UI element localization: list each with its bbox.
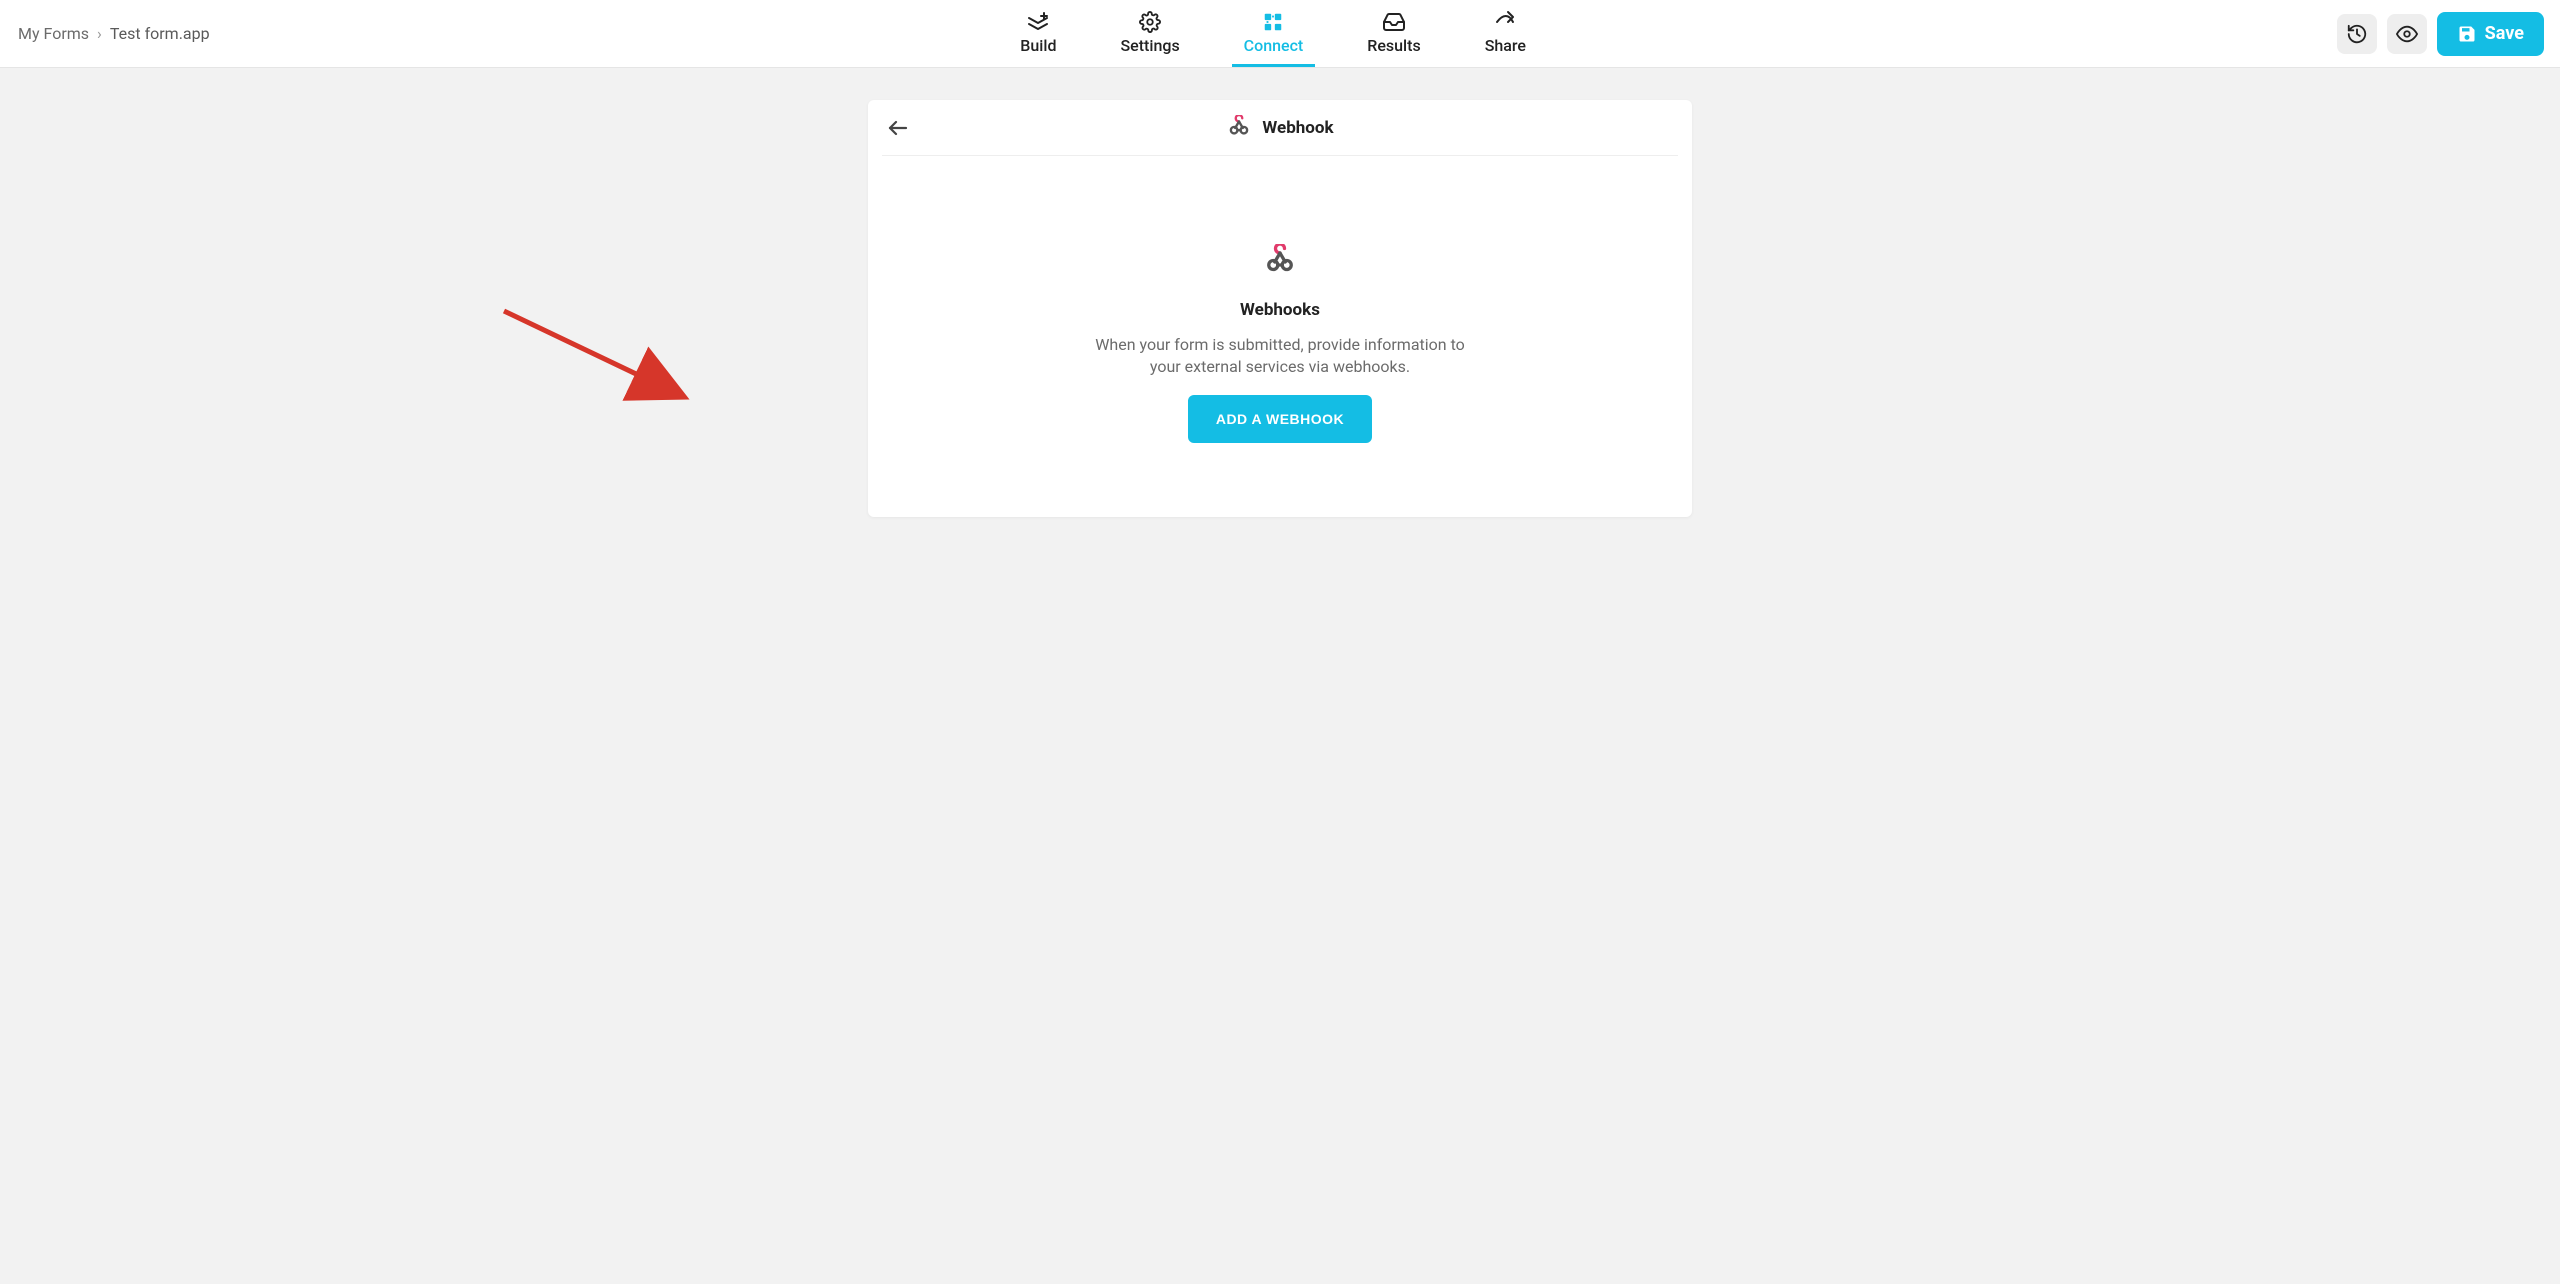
build-icon [1026,10,1050,34]
panel-description: When your form is submitted, provide inf… [1090,334,1470,377]
top-actions: Save [2337,12,2544,56]
inbox-icon [1382,10,1406,34]
tab-settings-label: Settings [1120,36,1179,55]
webhook-panel: Webhook Webhooks When your form is submi… [868,100,1692,517]
panel-header-title: Webhook [1262,118,1333,138]
preview-button[interactable] [2387,14,2427,54]
breadcrumb-separator: › [97,24,102,43]
webhook-icon [1226,115,1252,141]
save-icon [2457,24,2477,44]
eye-icon [2396,23,2418,45]
tab-results[interactable]: Results [1355,0,1432,67]
main: Webhook Webhooks When your form is submi… [0,68,2560,549]
connect-icon [1261,10,1285,34]
tab-settings[interactable]: Settings [1108,0,1191,67]
panel-title-wrap: Webhook [1226,115,1333,141]
save-button-label: Save [2485,23,2524,44]
tabs: Build Settings Connect Results Share [1008,0,1538,67]
tab-results-label: Results [1367,36,1420,55]
breadcrumb-current: Test form.app [110,24,210,43]
panel-body: Webhooks When your form is submitted, pr… [868,156,1692,517]
tab-connect[interactable]: Connect [1232,0,1316,67]
breadcrumb: My Forms › Test form.app [16,24,210,43]
save-button[interactable]: Save [2437,12,2544,56]
tab-share[interactable]: Share [1473,0,1538,67]
topbar: My Forms › Test form.app Build Settings … [0,0,2560,68]
panel-header: Webhook [882,100,1678,156]
arrow-left-icon [886,116,910,140]
history-icon [2346,23,2368,45]
tab-build-label: Build [1020,36,1056,55]
back-button[interactable] [886,116,910,140]
share-icon [1493,10,1517,34]
add-webhook-button[interactable]: ADD A WEBHOOK [1188,395,1372,443]
tab-share-label: Share [1485,36,1526,55]
gear-icon [1138,10,1162,34]
history-button[interactable] [2337,14,2377,54]
tab-connect-label: Connect [1244,36,1304,55]
webhook-icon-large [1262,244,1298,280]
breadcrumb-root-link[interactable]: My Forms [18,24,89,43]
tab-build[interactable]: Build [1008,0,1068,67]
panel-title: Webhooks [1240,300,1320,320]
